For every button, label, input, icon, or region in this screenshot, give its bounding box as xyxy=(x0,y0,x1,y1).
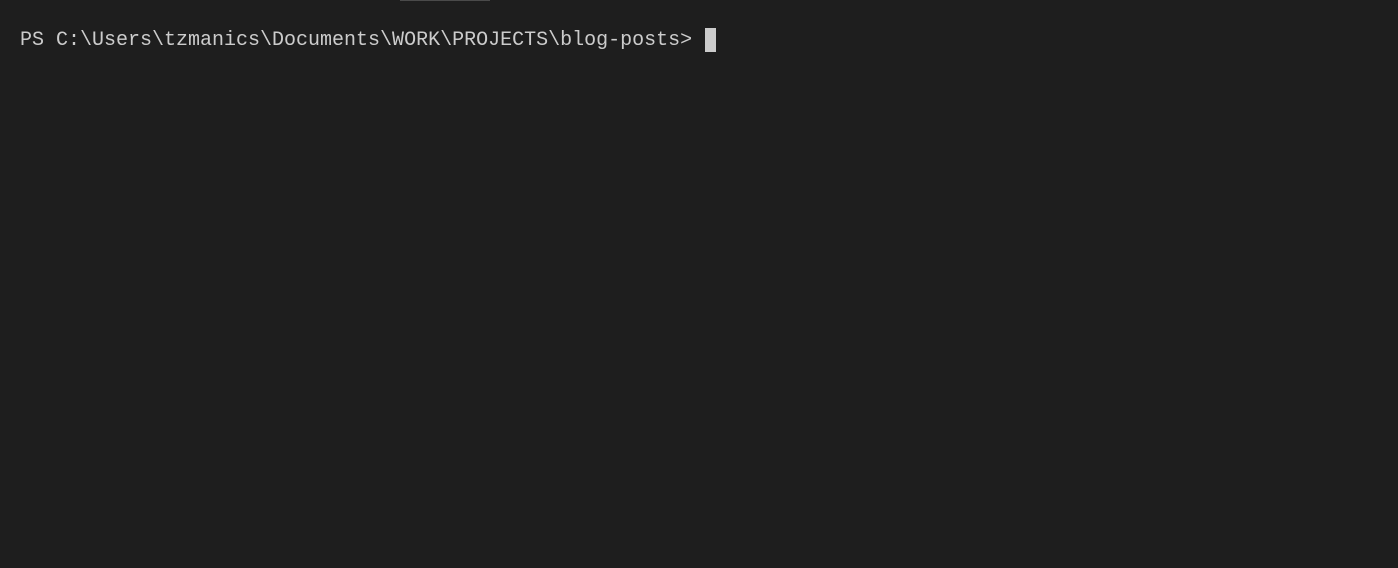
cursor xyxy=(705,28,716,52)
tab-underline xyxy=(400,0,490,1)
terminal-panel[interactable]: PS C:\Users\tzmanics\Documents\WORK\PROJ… xyxy=(0,0,1398,568)
prompt-line[interactable]: PS C:\Users\tzmanics\Documents\WORK\PROJ… xyxy=(20,28,1378,52)
prompt-text: PS C:\Users\tzmanics\Documents\WORK\PROJ… xyxy=(20,29,704,52)
